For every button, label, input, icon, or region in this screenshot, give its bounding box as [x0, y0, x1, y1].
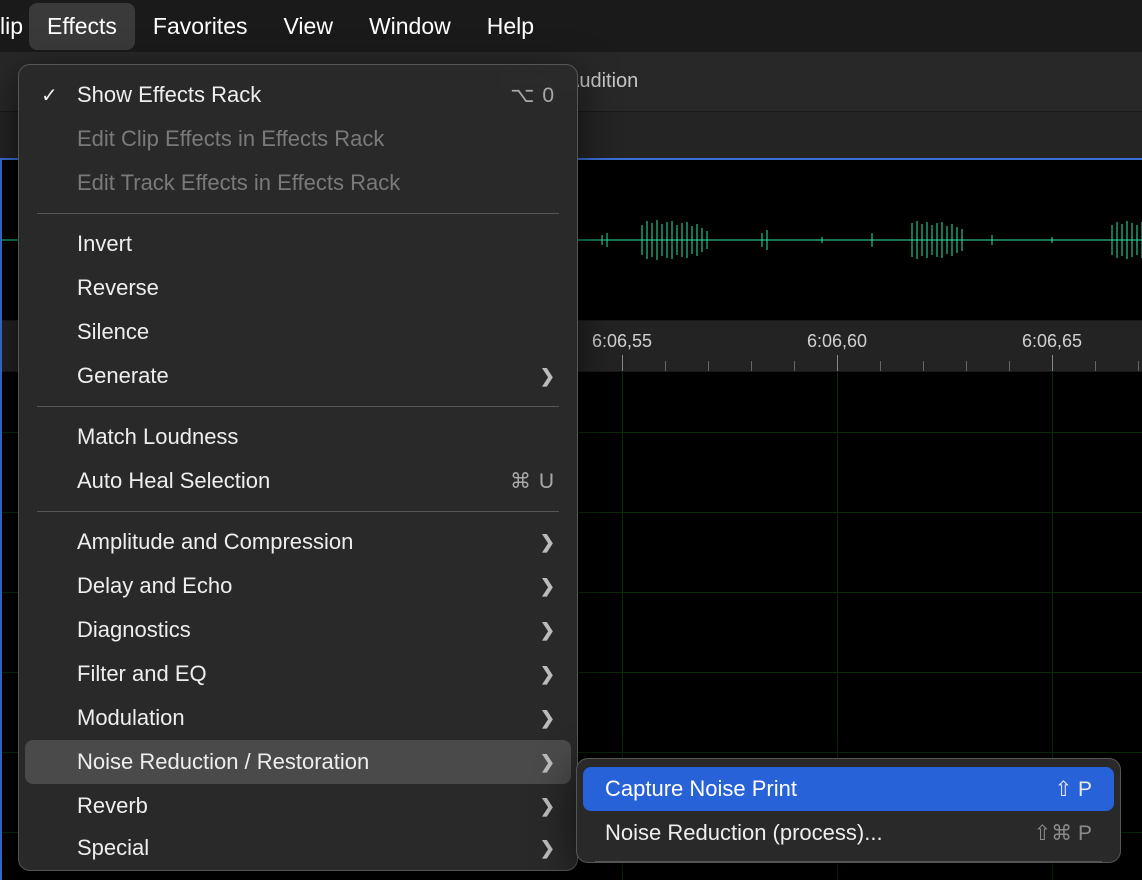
- chevron-right-icon: ❯: [540, 532, 555, 553]
- menuitem-label: Silence: [77, 319, 149, 345]
- menu-window[interactable]: Window: [351, 3, 469, 50]
- menuitem-generate[interactable]: Generate ❯: [19, 354, 577, 398]
- menuitem-reverb[interactable]: Reverb ❯: [19, 784, 577, 828]
- menuitem-shortcut: ⌥ 0: [510, 83, 555, 108]
- menu-effects[interactable]: Effects: [29, 3, 135, 50]
- ruler-label: 6:06,65: [1022, 331, 1082, 352]
- menuitem-label: Filter and EQ: [77, 661, 207, 687]
- menuitem-label: Match Loudness: [77, 424, 238, 450]
- chevron-right-icon: ❯: [540, 664, 555, 685]
- chevron-right-icon: ❯: [540, 708, 555, 729]
- menu-separator: [37, 511, 559, 512]
- menuitem-match-loudness[interactable]: Match Loudness: [19, 415, 577, 459]
- chevron-right-icon: ❯: [540, 838, 555, 859]
- menuitem-noise-reduction[interactable]: Noise Reduction / Restoration ❯: [25, 740, 571, 784]
- menuitem-label: Modulation: [77, 705, 185, 731]
- menuitem-label: Diagnostics: [77, 617, 191, 643]
- chevron-right-icon: ❯: [540, 620, 555, 641]
- menuitem-reverse[interactable]: Reverse: [19, 266, 577, 310]
- chevron-right-icon: ❯: [540, 366, 555, 387]
- menu-favorites[interactable]: Favorites: [135, 3, 266, 50]
- menuitem-label: Reverb: [77, 793, 148, 819]
- chevron-right-icon: ❯: [540, 576, 555, 597]
- ruler-label: 6:06,60: [807, 331, 867, 352]
- submenuitem-label: Noise Reduction (process)...: [605, 820, 883, 846]
- menuitem-label: Generate: [77, 363, 169, 389]
- menuitem-label: Show Effects Rack: [77, 82, 261, 108]
- menuitem-filter-eq[interactable]: Filter and EQ ❯: [19, 652, 577, 696]
- submenuitem-shortcut: ⇧ P: [1055, 777, 1092, 802]
- menuitem-diagnostics[interactable]: Diagnostics ❯: [19, 608, 577, 652]
- menuitem-delay-echo[interactable]: Delay and Echo ❯: [19, 564, 577, 608]
- menu-help[interactable]: Help: [469, 3, 552, 50]
- chevron-right-icon: ❯: [540, 796, 555, 817]
- ruler-label: 6:06,55: [592, 331, 652, 352]
- menu-clip-partial[interactable]: lip: [0, 3, 29, 50]
- submenuitem-label: Capture Noise Print: [605, 776, 797, 802]
- menuitem-special[interactable]: Special ❯: [19, 828, 577, 862]
- menuitem-label: Special: [77, 835, 149, 861]
- menuitem-label: Auto Heal Selection: [77, 468, 270, 494]
- menuitem-label: Edit Track Effects in Effects Rack: [77, 170, 400, 196]
- menuitem-edit-track-effects: Edit Track Effects in Effects Rack: [19, 161, 577, 205]
- menuitem-label: Reverse: [77, 275, 159, 301]
- menuitem-label: Invert: [77, 231, 132, 257]
- menubar: lip Effects Favorites View Window Help: [0, 0, 1142, 52]
- noise-reduction-submenu: Capture Noise Print ⇧ P Noise Reduction …: [576, 758, 1121, 863]
- menuitem-invert[interactable]: Invert: [19, 222, 577, 266]
- submenuitem-noise-reduction-process[interactable]: Noise Reduction (process)... ⇧⌘ P: [583, 811, 1114, 855]
- menuitem-auto-heal[interactable]: Auto Heal Selection ⌘ U: [19, 459, 577, 503]
- submenuitem-shortcut: ⇧⌘ P: [1034, 821, 1092, 846]
- menuitem-amplitude-compression[interactable]: Amplitude and Compression ❯: [19, 520, 577, 564]
- chevron-right-icon: ❯: [540, 752, 555, 773]
- menuitem-label: Delay and Echo: [77, 573, 232, 599]
- menuitem-label: Noise Reduction / Restoration: [77, 749, 369, 775]
- menuitem-modulation[interactable]: Modulation ❯: [19, 696, 577, 740]
- menu-separator: [595, 861, 1102, 862]
- menu-separator: [37, 213, 559, 214]
- menuitem-label: Amplitude and Compression: [77, 529, 353, 555]
- menuitem-edit-clip-effects: Edit Clip Effects in Effects Rack: [19, 117, 577, 161]
- effects-dropdown: ✓ Show Effects Rack ⌥ 0 Edit Clip Effect…: [18, 64, 578, 871]
- check-icon: ✓: [41, 83, 58, 108]
- menuitem-show-effects-rack[interactable]: ✓ Show Effects Rack ⌥ 0: [19, 73, 577, 117]
- submenuitem-capture-noise-print[interactable]: Capture Noise Print ⇧ P: [583, 767, 1114, 811]
- menuitem-label: Edit Clip Effects in Effects Rack: [77, 126, 384, 152]
- menu-separator: [37, 406, 559, 407]
- menu-view[interactable]: View: [266, 3, 351, 50]
- menuitem-shortcut: ⌘ U: [510, 469, 555, 494]
- menuitem-silence[interactable]: Silence: [19, 310, 577, 354]
